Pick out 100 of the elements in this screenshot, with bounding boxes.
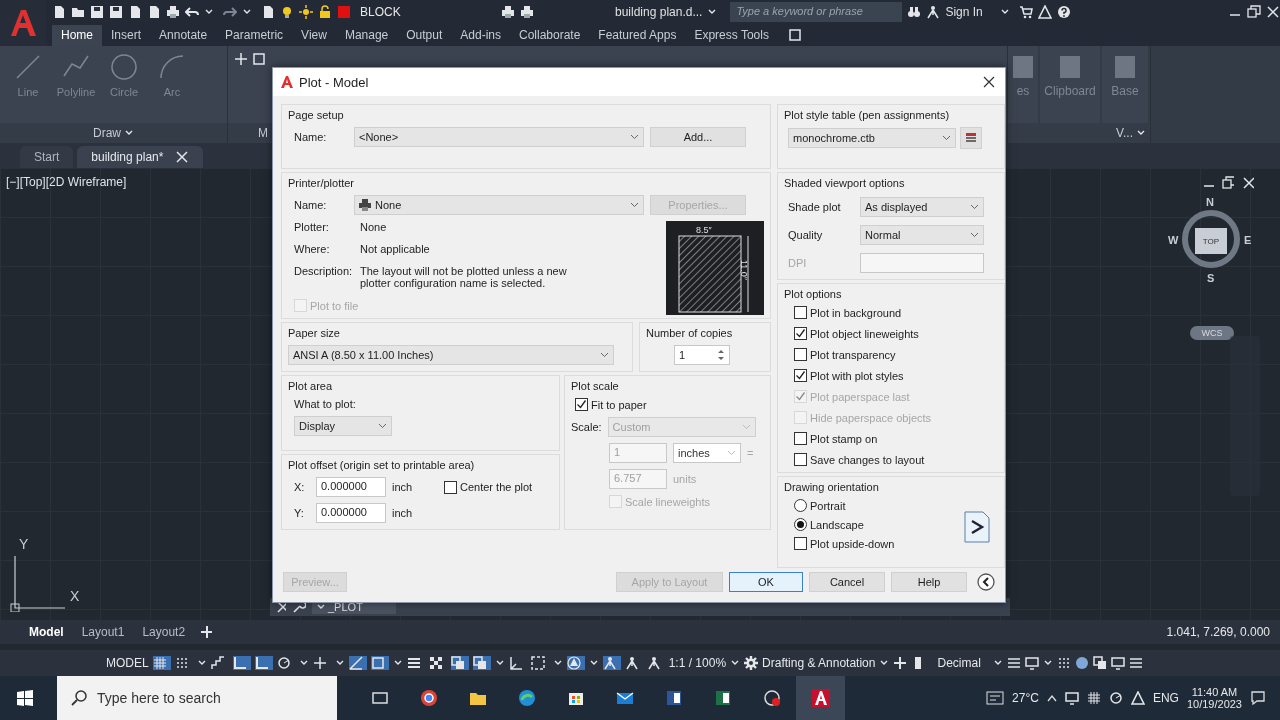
layout-tab[interactable]: Model (20, 622, 73, 642)
grid-icon[interactable] (152, 656, 171, 670)
dots-icon[interactable] (1056, 656, 1071, 670)
printer-icon[interactable] (501, 5, 515, 19)
dropdown[interactable]: ANSI A (8.50 x 11.00 Inches) (288, 345, 614, 365)
compass-label[interactable]: E (1244, 234, 1252, 246)
squares-icon[interactable] (1092, 656, 1107, 670)
task-view-icon[interactable] (370, 689, 389, 707)
squares-icon[interactable] (450, 656, 469, 670)
dropdown[interactable]: <None> (354, 127, 644, 147)
ribbon-tab[interactable]: Add-ins (451, 25, 510, 46)
layout-tab[interactable]: Layout1 (72, 622, 134, 642)
gear-icon[interactable] (744, 656, 759, 670)
compass-label[interactable]: N (1206, 196, 1214, 208)
restore-icon[interactable] (1247, 5, 1261, 19)
file-icon[interactable] (261, 5, 275, 19)
button[interactable]: Cancel (809, 572, 885, 592)
toggle-icon[interactable] (787, 28, 802, 42)
document-icon[interactable] (664, 689, 683, 707)
compass-label[interactable]: W (1168, 234, 1179, 246)
gauge-icon[interactable] (762, 689, 781, 707)
ribbon-tab[interactable]: Express Tools (685, 25, 778, 46)
plus-icon[interactable] (200, 625, 213, 639)
printer-icon[interactable] (520, 5, 534, 19)
floppy-icon[interactable] (90, 5, 104, 19)
weather-icon[interactable] (986, 691, 1005, 705)
clock-time[interactable]: 11:40 AM (1191, 686, 1238, 698)
monitor-icon[interactable] (1110, 656, 1125, 670)
button[interactable]: OK (729, 572, 803, 592)
redo-arrow-icon[interactable] (223, 5, 237, 19)
input-field[interactable]: 0.000000 (316, 503, 386, 523)
compass-ring[interactable] (1181, 209, 1241, 269)
angle-icon[interactable] (348, 656, 367, 670)
gizmo-icon[interactable] (566, 656, 585, 670)
ribbon-tab[interactable]: Insert (102, 25, 151, 46)
browser-icon[interactable] (517, 689, 536, 707)
squares-icon[interactable] (472, 656, 491, 670)
corner-icon[interactable] (254, 656, 273, 670)
panel-title[interactable]: V... (1116, 126, 1133, 140)
button[interactable]: Help (891, 572, 967, 592)
checkbox[interactable] (794, 327, 807, 340)
dropdown[interactable]: None (354, 195, 644, 215)
cart-icon[interactable] (1018, 5, 1033, 19)
folder-icon[interactable] (71, 5, 85, 19)
browser-icon[interactable] (419, 689, 438, 707)
workspace-dropdown[interactable]: Drafting & Annotation (762, 656, 876, 670)
dropdown[interactable]: Display (294, 416, 392, 436)
document-tab[interactable]: Start (20, 146, 74, 168)
edit-style-button[interactable] (960, 127, 982, 149)
monitor-icon[interactable] (1064, 691, 1079, 705)
binoculars-icon[interactable] (907, 5, 922, 19)
tab-label[interactable]: building plan* (91, 150, 164, 164)
document-tab[interactable]: building plan* (77, 146, 204, 168)
notification-icon[interactable] (1250, 690, 1266, 706)
checkbox[interactable] (794, 348, 807, 361)
circle-icon[interactable] (109, 52, 139, 82)
annotation-scale[interactable]: 1:1 / 100% (668, 656, 727, 670)
grid-icon[interactable] (1086, 691, 1101, 705)
input-field[interactable] (860, 253, 984, 273)
radio-button[interactable] (794, 518, 807, 531)
sign-in-link[interactable]: Sign In (945, 5, 983, 19)
bulb-icon[interactable] (280, 5, 294, 19)
ribbon-tab[interactable]: Collaborate (510, 25, 590, 46)
temperature[interactable]: 27°C (1012, 691, 1039, 705)
viewport-controls[interactable]: [−][Top][2D Wireframe] (6, 175, 127, 189)
panel-title[interactable]: M (258, 126, 268, 140)
units-dropdown[interactable]: Decimal (937, 656, 981, 670)
checkbox[interactable] (444, 480, 457, 494)
layout-tab[interactable]: Layout2 (133, 622, 195, 642)
plus-icon[interactable] (893, 656, 908, 670)
clipboard-icon[interactable] (1057, 54, 1083, 80)
corner-icon[interactable] (232, 656, 251, 670)
checkbox[interactable] (794, 453, 807, 466)
menu-icon[interactable] (1128, 656, 1143, 670)
wrench-icon[interactable] (292, 600, 306, 614)
restore-icon[interactable] (1222, 176, 1234, 190)
ribbon-tab[interactable]: Parametric (216, 25, 293, 46)
checkbox[interactable] (794, 537, 807, 550)
search-field[interactable]: Type a keyword or phrase (730, 2, 903, 22)
taskbar-search[interactable]: Type here to search (57, 676, 337, 720)
ribbon-tab[interactable]: Manage (335, 25, 398, 46)
ribbon-tab[interactable]: Output (397, 25, 452, 46)
swatch-icon[interactable] (337, 5, 351, 19)
lock-icon[interactable] (318, 5, 332, 19)
dropdown[interactable]: As displayed (860, 197, 984, 217)
panel-title[interactable]: Draw (93, 126, 121, 140)
ribbon-tab[interactable]: View (292, 25, 336, 46)
triangle-icon[interactable] (1037, 5, 1052, 19)
dropdown[interactable]: monochrome.ctb (788, 128, 956, 148)
clock-date[interactable]: 10/19/2023 (1186, 698, 1242, 710)
square-icon[interactable] (252, 52, 266, 66)
button[interactable]: Add... (650, 127, 746, 147)
checkbox[interactable] (794, 369, 807, 382)
collapse-icon[interactable] (977, 573, 995, 591)
close-icon[interactable] (983, 76, 995, 88)
number-spinner[interactable]: 1 (674, 345, 730, 365)
ribbon-tab[interactable]: Annotate (150, 25, 217, 46)
floppy-icon[interactable] (109, 5, 123, 19)
ribbon-tab[interactable]: Featured Apps (589, 25, 686, 46)
chevron-up-icon[interactable] (1046, 694, 1057, 702)
